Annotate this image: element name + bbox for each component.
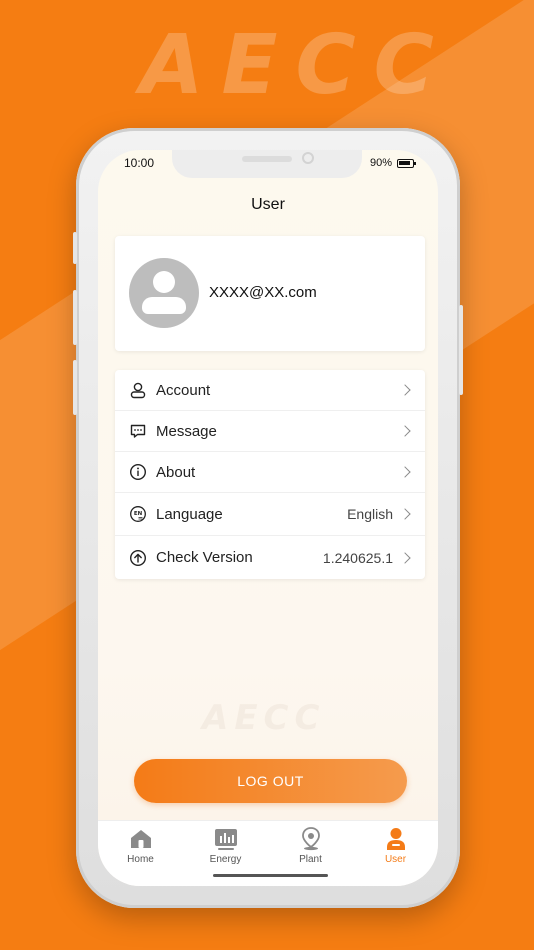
tab-label: Home — [127, 854, 154, 865]
phone-side-button — [459, 305, 463, 395]
tab-label: Plant — [299, 854, 322, 865]
menu-item-account[interactable]: Account — [115, 370, 425, 411]
menu-item-check-version[interactable]: Check Version 1.240625.1 — [115, 536, 425, 579]
menu-item-label: Message — [156, 422, 217, 440]
status-battery: 90% — [369, 157, 416, 169]
camera-icon — [302, 152, 314, 164]
chevron-right-icon — [399, 425, 411, 437]
tab-user[interactable]: User — [353, 821, 438, 886]
plant-location-icon — [299, 827, 323, 851]
battery-percent: 90% — [369, 157, 392, 169]
profile-card[interactable]: XXXX@XX.com — [115, 236, 425, 351]
phone-side-button — [73, 290, 77, 345]
phone-notch — [172, 150, 362, 178]
info-icon — [129, 463, 147, 481]
chevron-right-icon — [399, 551, 411, 564]
page-title: User — [251, 196, 285, 213]
svg-text:EN: EN — [134, 511, 143, 517]
watermark-logo: AECC — [202, 698, 326, 738]
menu-item-label: Account — [156, 381, 211, 399]
tab-home[interactable]: Home — [98, 821, 183, 886]
upload-arrow-icon — [129, 549, 147, 567]
version-value: 1.240625.1 — [322, 549, 393, 566]
brand-logo: AECC — [140, 18, 452, 113]
phone-side-button — [73, 232, 77, 264]
settings-menu: Account Message About EN Language Englis… — [115, 370, 425, 579]
chevron-right-icon — [399, 508, 411, 520]
user-outline-icon — [129, 381, 147, 399]
battery-icon — [397, 158, 416, 168]
chevron-right-icon — [399, 466, 411, 478]
menu-item-about[interactable]: About — [115, 452, 425, 493]
chevron-right-icon — [399, 384, 411, 396]
menu-item-label: Check Version — [156, 549, 253, 566]
energy-chart-icon — [214, 827, 238, 851]
status-time: 10:00 — [124, 156, 155, 170]
menu-item-label: About — [156, 463, 196, 481]
app-screen: 10:00 90% User XXXX@XX.com Account Messa… — [98, 150, 438, 886]
user-icon — [384, 827, 408, 851]
tab-label: User — [384, 854, 407, 865]
avatar[interactable] — [129, 258, 199, 328]
menu-item-message[interactable]: Message — [115, 411, 425, 452]
logout-button[interactable]: LOG OUT — [134, 759, 407, 803]
menu-item-language[interactable]: EN Language English — [115, 493, 425, 536]
home-icon — [129, 827, 153, 851]
home-indicator — [213, 874, 328, 877]
language-en-icon: EN — [129, 505, 147, 523]
language-value: English — [347, 506, 393, 522]
profile-email: XXXX@XX.com — [209, 284, 317, 301]
menu-item-label: Language — [156, 505, 223, 523]
speaker-grille — [242, 156, 292, 162]
phone-side-button — [73, 360, 77, 415]
message-icon — [129, 422, 147, 440]
tab-label: Energy — [209, 854, 242, 865]
